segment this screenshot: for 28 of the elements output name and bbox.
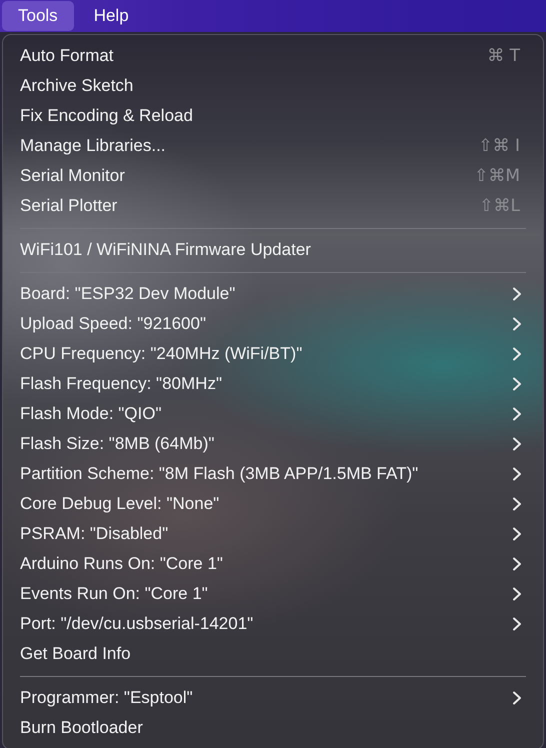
menu-item[interactable]: Fix Encoding & Reload [20, 106, 526, 126]
menu-item[interactable]: WiFi101 / WiFiNINA Firmware Updater [20, 240, 526, 260]
menu-item[interactable]: Core Debug Level: "None" [20, 494, 512, 514]
menu-item[interactable]: Burn Bootloader [20, 718, 526, 738]
menu-item[interactable]: Serial Plotter [20, 196, 480, 216]
menu-item[interactable]: Port: "/dev/cu.usbserial-14201" [20, 614, 512, 634]
menu-item[interactable]: Flash Frequency: "80MHz" [20, 374, 512, 394]
menu-item[interactable]: Programmer: "Esptool" [20, 688, 512, 708]
menu-item[interactable]: Board: "ESP32 Dev Module" [20, 284, 512, 304]
menu-item[interactable]: Upload Speed: "921600" [20, 314, 512, 334]
menu-item[interactable]: Get Board Info [20, 644, 526, 664]
menu-item[interactable]: Manage Libraries... [20, 136, 478, 156]
menu-item[interactable]: Partition Scheme: "8M Flash (3MB APP/1.5MB FAT)" [20, 464, 512, 484]
shortcut-label: ⇧⌘M [474, 166, 520, 186]
menu-item[interactable]: Auto Format [20, 46, 488, 66]
shortcut-label: ⇧⌘L [479, 196, 520, 216]
menu-item[interactable]: Events Run On: "Core 1" [20, 584, 512, 604]
menu-item[interactable]: CPU Frequency: "240MHz (WiFi/BT)" [20, 344, 512, 364]
menu-item[interactable]: Arduino Runs On: "Core 1" [20, 554, 512, 574]
menu-item[interactable]: PSRAM: "Disabled" [20, 524, 512, 544]
shortcut-label: ⇧⌘ I [478, 136, 520, 156]
menu-bar-item[interactable]: Help [78, 1, 145, 31]
menu-item[interactable]: Flash Mode: "QIO" [20, 404, 512, 424]
menu-item[interactable]: Flash Size: "8MB (64Mb)" [20, 434, 512, 454]
shortcut-label: ⌘ T [487, 46, 520, 66]
menu-item[interactable]: Serial Monitor [20, 166, 474, 186]
menu-bar-item[interactable]: Tools [2, 1, 74, 31]
menu-item[interactable]: Archive Sketch [20, 76, 526, 96]
